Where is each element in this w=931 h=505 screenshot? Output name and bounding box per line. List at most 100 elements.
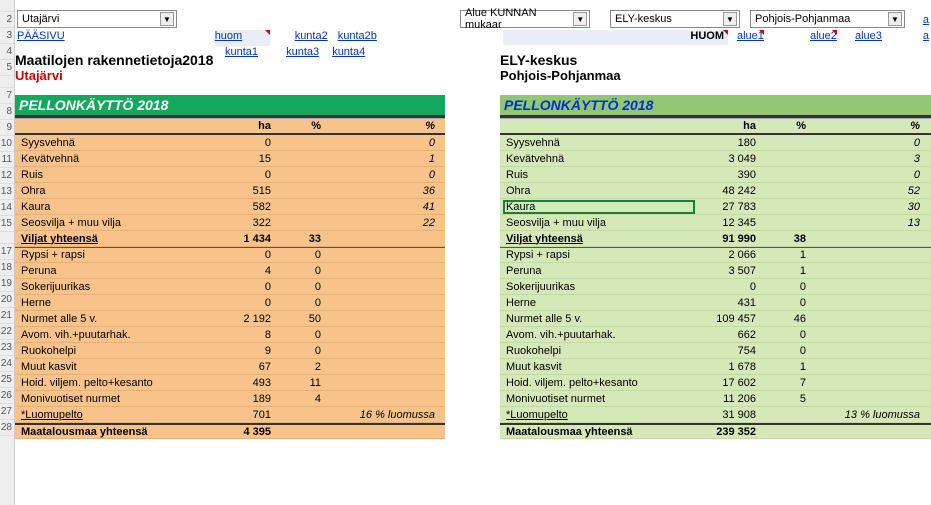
row-header[interactable]: 21	[0, 308, 14, 324]
cell-ha: 493	[209, 377, 279, 389]
ely-dropdown[interactable]: ELY-keskus ▼	[610, 10, 740, 28]
cell-pct2: 1	[329, 153, 439, 165]
cell-pct2: 13 % luomussa	[814, 409, 924, 421]
row-header[interactable]: 17	[0, 244, 14, 260]
cell-ha: 662	[694, 329, 764, 341]
left-table: PELLONKÄYTTÖ 2018 ha % %Syysvehnä00Kevät…	[15, 95, 445, 439]
cell-pct: 1	[764, 265, 814, 277]
a-link[interactable]: a	[923, 14, 929, 26]
cell-ha: 31 908	[694, 409, 764, 421]
table-row: Muut kasvit672	[15, 359, 445, 375]
row-header[interactable]: 19	[0, 276, 14, 292]
cell-pct: 50	[279, 313, 329, 325]
cell-ha: 3 049	[694, 153, 764, 165]
kunta2b-link[interactable]: kunta2b	[338, 30, 377, 46]
row-header[interactable]: 4	[0, 44, 14, 60]
row-header[interactable]: 15	[0, 216, 14, 232]
row-header[interactable]: 24	[0, 356, 14, 372]
row-label: Seosvilja + muu vilja	[19, 217, 209, 229]
row-header[interactable]: 22	[0, 324, 14, 340]
col-pct-header: %	[279, 120, 329, 132]
row-header[interactable]: 5	[0, 60, 14, 76]
col-pct2-header: %	[329, 120, 439, 132]
cell-pct: 33	[279, 233, 329, 245]
right-table: PELLONKÄYTTÖ 2018 ha % %Syysvehnä1800Kev…	[500, 95, 931, 439]
row-header[interactable]	[0, 76, 14, 88]
huom-link[interactable]: huom	[215, 30, 270, 46]
cell-pct2: 0	[814, 169, 924, 181]
cell-pct2: 0	[329, 137, 439, 149]
cell-ha: 582	[209, 201, 279, 213]
table-row: Seosvilja + muu vilja12 34513	[500, 215, 931, 231]
row-header[interactable]: 26	[0, 388, 14, 404]
row-header[interactable]: 18	[0, 260, 14, 276]
row-label: Kaura	[19, 201, 209, 213]
row-header[interactable]	[0, 232, 14, 244]
row-label: Sokerijuurikas	[19, 281, 209, 293]
row-header[interactable]: 23	[0, 340, 14, 356]
row-header[interactable]: 28	[0, 420, 14, 436]
alue1-link[interactable]: alue1	[737, 30, 764, 42]
kunta2-link[interactable]: kunta2	[295, 30, 328, 46]
alue-kunnan-dropdown[interactable]: Alue KUNNAN mukaar ▼	[460, 10, 590, 28]
row-label: Herne	[19, 297, 209, 309]
row-header[interactable]: 27	[0, 404, 14, 420]
cell-ha: 180	[694, 137, 764, 149]
paasivu-link[interactable]: PÄÄSIVU	[17, 30, 65, 46]
row-header[interactable]: 2	[0, 12, 14, 28]
cell-ha: 390	[694, 169, 764, 181]
row-header[interactable]: 8	[0, 104, 14, 120]
row-header[interactable]: 11	[0, 152, 14, 168]
cell-ha: 322	[209, 217, 279, 229]
table-row: *Luomupelto70116 % luomussa	[15, 407, 445, 423]
cell-pct2: 52	[814, 185, 924, 197]
row-label: Kaura	[504, 201, 694, 213]
cell-pct2: 41	[329, 201, 439, 213]
cell-ha: 15	[209, 153, 279, 165]
row-label: Viljat yhteensä	[504, 233, 694, 245]
cell-ha: 701	[209, 409, 279, 421]
table-row: Avom. vih.+puutarhak.6620	[500, 327, 931, 343]
row-header[interactable]: 10	[0, 136, 14, 152]
cell-pct: 38	[764, 233, 814, 245]
row-label: Ruis	[19, 169, 209, 181]
row-header[interactable]: 13	[0, 184, 14, 200]
row-label: Seosvilja + muu vilja	[504, 217, 694, 229]
row-header[interactable]: 12	[0, 168, 14, 184]
pohjois-value: Pohjois-Pohjanmaa	[755, 13, 850, 25]
col-ha-header: ha	[694, 120, 764, 132]
row-header[interactable]: 9	[0, 120, 14, 136]
table-row: Maatalousmaa yhteensä239 352	[500, 423, 931, 439]
alue2-link[interactable]: alue2	[810, 30, 837, 42]
row-label: Hoid. viljem. pelto+kesanto	[504, 377, 694, 389]
a-link-2[interactable]: a	[923, 30, 929, 42]
table-row: Nurmet alle 5 v.109 45746	[500, 311, 931, 327]
table-row: Kaura27 78330	[500, 199, 931, 215]
row-header[interactable]: 7	[0, 88, 14, 104]
row-header[interactable]: 20	[0, 292, 14, 308]
row-header[interactable]: 14	[0, 200, 14, 216]
row-header[interactable]	[0, 0, 14, 12]
cell-ha: 4 395	[209, 426, 279, 438]
row-label: Maatalousmaa yhteensä	[504, 426, 694, 438]
kunta-dropdown[interactable]: Utajärvi ▼	[17, 10, 177, 28]
alue3-link[interactable]: alue3	[855, 30, 882, 42]
pohjois-dropdown[interactable]: Pohjois-Pohjanmaa ▼	[750, 10, 905, 28]
table-row: Herne4310	[500, 295, 931, 311]
row-label: *Luomupelto	[504, 409, 694, 421]
row-label: Avom. vih.+puutarhak.	[19, 329, 209, 341]
cell-pct2: 13	[814, 217, 924, 229]
table-row: Peruna40	[15, 263, 445, 279]
cell-pct2: 3	[814, 153, 924, 165]
cell-pct2: 36	[329, 185, 439, 197]
row-header[interactable]: 3	[0, 28, 14, 44]
cell-pct: 0	[279, 345, 329, 357]
cell-ha: 2 192	[209, 313, 279, 325]
cell-ha: 67	[209, 361, 279, 373]
left-title: Maatilojen rakennetietoja2018	[15, 52, 445, 68]
cell-pct: 11	[279, 377, 329, 389]
row-header[interactable]: 25	[0, 372, 14, 388]
column-header-row: ha % %	[500, 119, 931, 135]
col-ha-header: ha	[209, 120, 279, 132]
row-label: Muut kasvit	[19, 361, 209, 373]
